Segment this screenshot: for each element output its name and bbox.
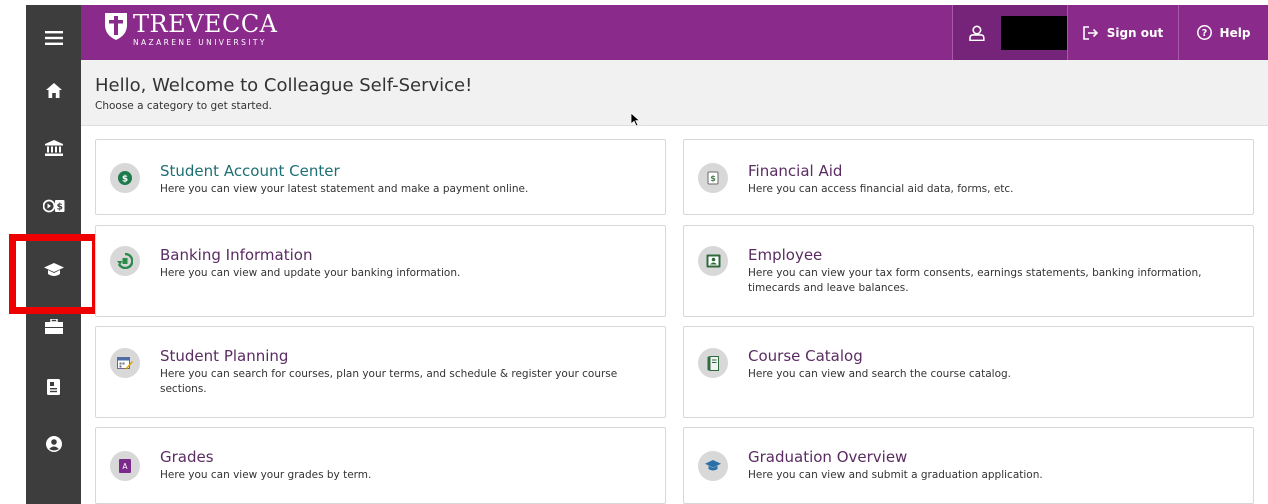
logo-sub-text: NAZARENE UNIVERSITY (133, 38, 267, 47)
card-title: Student Planning (160, 347, 289, 365)
page-subtitle: Choose a category to get started. (95, 100, 272, 112)
logo-main-text: TREVECCA (133, 10, 278, 38)
card-icon-wrap: $ (698, 163, 728, 193)
menu-icon (44, 31, 63, 45)
id-badge-icon (706, 254, 720, 268)
card-title: Graduation Overview (748, 448, 908, 466)
sidebar-item-documents[interactable] (26, 362, 81, 412)
card-financial-aid[interactable]: $ Financial Aid Here you can access fina… (683, 139, 1254, 215)
card-icon-wrap (698, 451, 728, 481)
card-title: Employee (748, 246, 823, 264)
user-icon (969, 24, 985, 41)
card-title: Grades (160, 448, 214, 466)
card-icon-wrap (698, 246, 728, 276)
book-icon (707, 355, 719, 371)
card-employee[interactable]: Employee Here you can view your tax form… (683, 225, 1254, 317)
card-icon-wrap (698, 348, 728, 378)
mouse-cursor-icon (631, 113, 641, 127)
card-description: Here you can view and update your bankin… (160, 267, 461, 279)
page-title: Hello, Welcome to Colleague Self-Service… (95, 75, 473, 96)
card-course-catalog[interactable]: Course Catalog Here you can view and sea… (683, 326, 1254, 418)
card-title: Course Catalog (748, 347, 863, 365)
svg-text:?: ? (1201, 28, 1207, 39)
card-icon-wrap (110, 348, 140, 378)
graduation-icon (705, 460, 721, 471)
help-icon: ? (1196, 25, 1212, 40)
highlight-box (9, 234, 99, 314)
user-menu[interactable] (952, 5, 1067, 60)
bank-refresh-icon (117, 253, 133, 269)
money-icon: $ (707, 171, 719, 185)
redacted-username (1000, 15, 1067, 50)
card-title: Banking Information (160, 246, 313, 264)
svg-text:$: $ (56, 203, 62, 213)
menu-button[interactable] (26, 13, 81, 63)
card-icon-wrap: A (110, 451, 140, 481)
card-icon-wrap: $ (110, 163, 140, 193)
signout-button[interactable]: Sign out (1067, 5, 1178, 60)
card-title: Financial Aid (748, 162, 843, 180)
signout-icon (1082, 25, 1098, 40)
svg-text:A: A (122, 462, 128, 471)
card-description: Here you can view your latest statement … (160, 183, 529, 195)
svg-text:$: $ (710, 174, 716, 183)
card-student-account-center[interactable]: $ Student Account Center Here you can vi… (95, 139, 666, 215)
home-icon (45, 82, 62, 98)
sidebar-item-home[interactable] (26, 65, 81, 115)
card-description: Here you can view your grades by term. (160, 469, 372, 481)
bank-icon (44, 140, 63, 156)
card-icon-wrap (110, 246, 140, 276)
signout-label: Sign out (1106, 25, 1164, 40)
card-description: Here you can view and submit a graduatio… (748, 469, 1043, 481)
sidebar-item-banking[interactable] (26, 123, 81, 173)
dollar-icon: $ (118, 171, 132, 185)
sidebar-item-profile[interactable] (26, 419, 81, 469)
card-banking-information[interactable]: Banking Information Here you can view an… (95, 225, 666, 317)
card-title: Student Account Center (160, 162, 340, 180)
calendar-pencil-icon (117, 357, 133, 370)
grade-icon: A (119, 459, 131, 473)
card-description: Here you can view your tax form consents… (748, 267, 1202, 294)
university-logo[interactable]: TREVECCA NAZARENE UNIVERSITY (103, 11, 278, 55)
svg-text:$: $ (122, 175, 128, 185)
header-bar: TREVECCA NAZARENE UNIVERSITY Sign out ? … (81, 5, 1268, 60)
help-button[interactable]: ? Help (1178, 5, 1268, 60)
help-label: Help (1219, 25, 1251, 40)
card-description: Here you can search for courses, plan yo… (160, 368, 618, 395)
finance-icon: $ (42, 199, 64, 213)
card-grades[interactable]: A Grades Here you can view your grades b… (95, 427, 666, 504)
card-graduation-overview[interactable]: Graduation Overview Here you can view an… (683, 427, 1254, 504)
document-icon (47, 379, 60, 395)
welcome-banner: Hello, Welcome to Colleague Self-Service… (81, 60, 1268, 126)
card-description: Here you can access financial aid data, … (748, 183, 1014, 195)
user-circle-icon (45, 436, 62, 452)
shield-icon (105, 13, 127, 40)
sidebar-item-finance[interactable]: $ (26, 181, 81, 231)
briefcase-icon (44, 318, 63, 334)
card-description: Here you can view and search the course … (748, 368, 1012, 380)
card-student-planning[interactable]: Student Planning Here you can search for… (95, 326, 666, 418)
